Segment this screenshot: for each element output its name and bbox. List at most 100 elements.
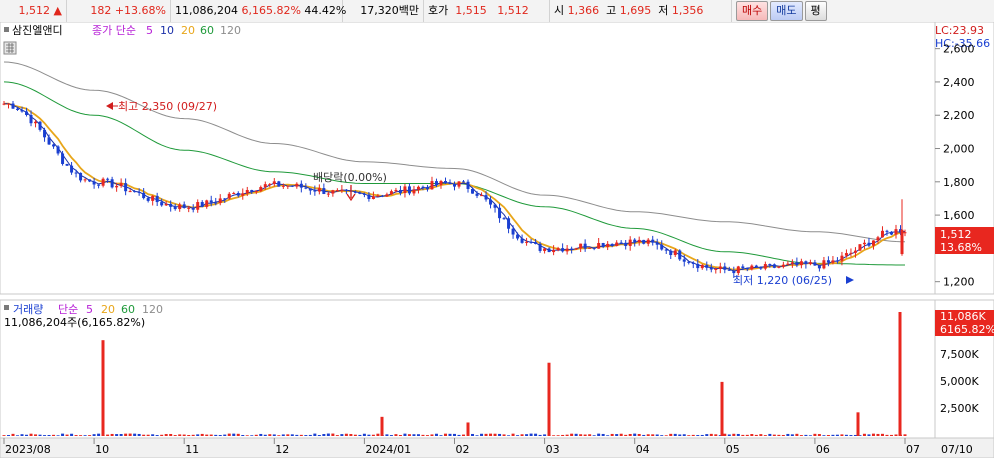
candle-body [795, 262, 799, 266]
volume-bar [862, 433, 866, 436]
price-panel [0, 22, 936, 295]
volume-bar [70, 433, 74, 436]
candle-body [340, 189, 344, 191]
volume-bar [651, 434, 655, 436]
volume-bar [817, 434, 821, 436]
panel-menu-icon[interactable] [4, 27, 9, 32]
volume-bar [119, 434, 123, 436]
buy-button[interactable]: 매수 [736, 1, 769, 21]
candle-body [790, 262, 794, 264]
eval-button[interactable]: 평 [804, 1, 827, 21]
trade-amount: 17,320백만 [343, 0, 424, 22]
volume-bar [11, 433, 15, 436]
volume-bar [92, 434, 96, 436]
candle-body [245, 190, 249, 194]
volume-bar [534, 433, 538, 436]
candle-body [92, 181, 96, 185]
lc-value: LC:23.93 [935, 24, 984, 37]
volume-bar [353, 434, 357, 436]
sell-button[interactable]: 매도 [770, 1, 803, 21]
volume-bar [624, 434, 628, 436]
volume-bar [313, 433, 317, 436]
candle-body [223, 198, 227, 200]
volume-bar [20, 434, 24, 436]
candle-body [732, 270, 736, 274]
vol-ma-60: 60 [121, 303, 135, 316]
volume-bar [155, 435, 159, 436]
candle-body [286, 185, 290, 187]
volume-bar [511, 433, 515, 436]
volume-bar [56, 435, 60, 436]
candle-body [849, 252, 853, 254]
candle-body [673, 250, 677, 256]
volume-bar [277, 435, 281, 436]
volume-bar [295, 434, 299, 436]
candle-body [115, 185, 119, 188]
candle-body [709, 267, 713, 270]
volume-menu-icon[interactable] [4, 305, 9, 310]
candle-body [525, 241, 529, 243]
candle-body [475, 193, 479, 196]
x-tick-label: 11 [185, 443, 199, 456]
volume-bar [691, 434, 695, 436]
volume-bar [25, 434, 29, 436]
candle-body [579, 243, 583, 249]
volume-bar [813, 433, 817, 436]
candle-body [511, 228, 515, 235]
volume-bar [430, 434, 434, 436]
volume-bar [223, 434, 227, 436]
x-tick-label: 2023/08 [5, 443, 51, 456]
volume-bar [218, 435, 222, 436]
candle-body [344, 189, 348, 191]
candle-body [615, 242, 619, 246]
volume-bar [759, 434, 763, 436]
current-pct-tag-text: 13.68% [940, 241, 982, 254]
candle-body [880, 230, 884, 238]
volume-bar [507, 435, 511, 436]
candle-body [826, 260, 830, 263]
volume-bar [88, 435, 92, 436]
volume-bar [610, 433, 614, 436]
volume-bar [448, 433, 452, 436]
volume-bar [2, 435, 6, 436]
candle-body [754, 265, 758, 268]
volume-bar [790, 434, 794, 436]
candle-body [88, 179, 92, 182]
volume-bar [164, 434, 168, 436]
volume-bar [394, 434, 398, 436]
volume-bar [529, 433, 533, 436]
volume-bar [146, 434, 150, 436]
stock-chart[interactable]: 삼진엘앤디 종가 단순 5 10 20 60 120 LC:23.93 HC:-… [0, 22, 994, 458]
candle-body [646, 239, 650, 244]
candle-body [763, 264, 767, 269]
candle-body [700, 265, 704, 269]
volume-spike-bar [380, 416, 384, 436]
candle-body [799, 261, 803, 266]
volume-bar [462, 434, 466, 436]
volume-bar [745, 434, 749, 436]
volume-spike-bar [720, 381, 724, 436]
volume-bar [272, 434, 276, 436]
volume-bar [110, 433, 114, 436]
candle-body [83, 179, 87, 181]
candle-body [606, 243, 610, 247]
candle-body [574, 248, 578, 250]
candle-body [304, 187, 308, 189]
candle-body [331, 190, 335, 194]
volume-bar [543, 434, 547, 436]
volume-bar [741, 434, 745, 436]
volume-bar [304, 435, 308, 436]
volume-bar [227, 433, 231, 436]
volume-bar [849, 435, 853, 436]
volume-bar [493, 433, 497, 436]
candle-body [678, 250, 682, 260]
candle-body [317, 188, 321, 192]
candle-body [250, 190, 254, 192]
candle-body [462, 181, 466, 183]
volume-bar [7, 435, 11, 436]
volume-bar [376, 433, 380, 436]
x-tick-label: 05 [726, 443, 740, 456]
candle-body [308, 188, 312, 191]
quote-info: 호가 1,515 1,512 [424, 0, 550, 22]
volume-bar [480, 433, 484, 436]
